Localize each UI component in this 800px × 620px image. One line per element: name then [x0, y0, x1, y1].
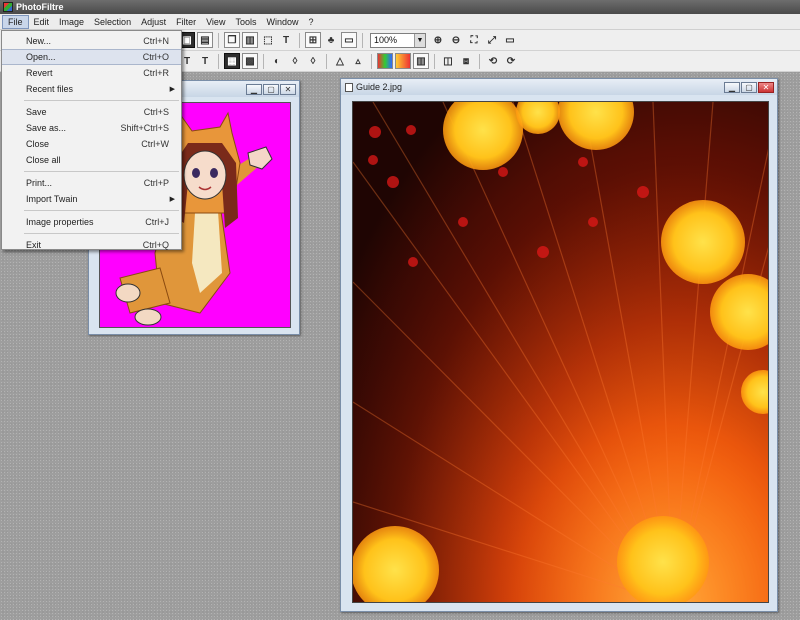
- app-icon: [3, 2, 13, 12]
- menu-item-save[interactable]: Save Ctrl+S: [2, 104, 181, 120]
- drop-alt-icon[interactable]: ◊: [305, 53, 321, 69]
- text-tool-icon[interactable]: T: [278, 32, 294, 48]
- foot-shape: [115, 283, 141, 303]
- color-balance-icon[interactable]: [377, 53, 393, 69]
- chevron-down-icon[interactable]: ▼: [414, 33, 425, 47]
- print-icon[interactable]: ▤: [197, 32, 213, 48]
- mosaic-icon[interactable]: ▦: [224, 53, 240, 69]
- app-title: PhotoFiltre: [16, 2, 64, 12]
- menu-separator: [24, 210, 179, 211]
- menu-item-import-twain[interactable]: Import Twain ▶: [2, 191, 181, 207]
- grid-icon[interactable]: ▩: [242, 53, 258, 69]
- foot-shape: [134, 308, 162, 326]
- menu-selection[interactable]: Selection: [89, 16, 136, 28]
- eye-shape: [192, 168, 200, 178]
- menu-item-save-as[interactable]: Save as... Shift+Ctrl+S: [2, 120, 181, 136]
- close-icon[interactable]: ✕: [758, 81, 774, 93]
- menu-item-close[interactable]: Close Ctrl+W: [2, 136, 181, 152]
- menu-filter[interactable]: Filter: [171, 16, 201, 28]
- paste-icon[interactable]: ▥: [242, 32, 258, 48]
- actual-size-icon[interactable]: ⛶: [466, 32, 482, 48]
- image-size-icon[interactable]: ⊞: [305, 32, 321, 48]
- chevron-right-icon: ▶: [169, 86, 175, 93]
- menu-adjust[interactable]: Adjust: [136, 16, 171, 28]
- menu-window[interactable]: Window: [261, 16, 303, 28]
- fiber-optic-photo: [353, 102, 768, 602]
- chevron-right-icon: ▶: [169, 196, 175, 203]
- browser-icon[interactable]: ▭: [341, 32, 357, 48]
- face-shape: [183, 150, 227, 200]
- document-window-photo[interactable]: Guide 2.jpg ▁ ▢ ✕: [340, 78, 778, 612]
- flip-icon[interactable]: ◫: [440, 53, 456, 69]
- rotate-icon[interactable]: ⟲: [485, 53, 501, 69]
- maximize-icon[interactable]: ▢: [741, 81, 757, 93]
- menu-separator: [24, 171, 179, 172]
- zoom-out-icon[interactable]: ⊖: [448, 32, 464, 48]
- fullscreen-icon[interactable]: ▭: [502, 32, 518, 48]
- menu-item-new[interactable]: New... Ctrl+N: [2, 33, 181, 49]
- menu-bar: File Edit Image Selection Adjust Filter …: [0, 14, 800, 30]
- fit-window-icon[interactable]: ⤢: [484, 32, 500, 48]
- menu-item-exit[interactable]: Exit Ctrl+Q: [2, 237, 181, 253]
- rotate-alt-icon[interactable]: ⟳: [503, 53, 519, 69]
- menu-separator: [24, 233, 179, 234]
- menu-file[interactable]: File: [2, 14, 29, 29]
- app-title-bar: PhotoFiltre: [0, 0, 800, 14]
- image-canvas-photo[interactable]: [352, 101, 769, 603]
- menu-separator: [24, 100, 179, 101]
- blur-icon[interactable]: ▵: [350, 53, 366, 69]
- document-icon: [345, 82, 353, 92]
- text-up-icon[interactable]: T: [197, 53, 213, 69]
- file-menu-dropdown: New... Ctrl+N Open... Ctrl+O Revert Ctrl…: [1, 30, 182, 250]
- zoom-in-icon[interactable]: ⊕: [430, 32, 446, 48]
- menu-help[interactable]: ?: [303, 16, 318, 28]
- sharpen-icon[interactable]: △: [332, 53, 348, 69]
- color-levels-icon[interactable]: [395, 53, 411, 69]
- minimize-icon[interactable]: ▁: [246, 83, 262, 95]
- drop-icon[interactable]: ◊: [287, 53, 303, 69]
- document-title: Guide 2.jpg: [356, 82, 403, 92]
- maximize-icon[interactable]: ▢: [263, 83, 279, 95]
- minimize-icon[interactable]: ▁: [724, 81, 740, 93]
- menu-item-recent-files[interactable]: Recent files ▶: [2, 81, 181, 97]
- menu-image[interactable]: Image: [54, 16, 89, 28]
- menu-edit[interactable]: Edit: [29, 16, 55, 28]
- menu-item-open[interactable]: Open... Ctrl+O: [2, 49, 181, 65]
- menu-item-close-all[interactable]: Close all: [2, 152, 181, 168]
- channels-icon[interactable]: ▥: [413, 53, 429, 69]
- eye-shape: [210, 168, 218, 178]
- zoom-select[interactable]: 100% ▼: [370, 32, 426, 48]
- copy-icon[interactable]: ❐: [224, 32, 240, 48]
- close-icon[interactable]: ✕: [280, 83, 296, 95]
- bokeh-circle: [661, 200, 745, 284]
- menu-item-print[interactable]: Print... Ctrl+P: [2, 175, 181, 191]
- selection-icon[interactable]: ⬚: [260, 32, 276, 48]
- menu-item-image-properties[interactable]: Image properties Ctrl+J: [2, 214, 181, 230]
- child-title-bar[interactable]: Guide 2.jpg ▁ ▢ ✕: [341, 79, 777, 95]
- stamp-icon[interactable]: ♣: [323, 32, 339, 48]
- menu-view[interactable]: View: [201, 16, 230, 28]
- contrast-icon[interactable]: ◐: [269, 53, 285, 69]
- mirror-icon[interactable]: ⧈: [458, 53, 474, 69]
- zoom-value: 100%: [374, 35, 398, 45]
- menu-tools[interactable]: Tools: [230, 16, 261, 28]
- menu-item-revert[interactable]: Revert Ctrl+R: [2, 65, 181, 81]
- hand-shape: [247, 146, 273, 170]
